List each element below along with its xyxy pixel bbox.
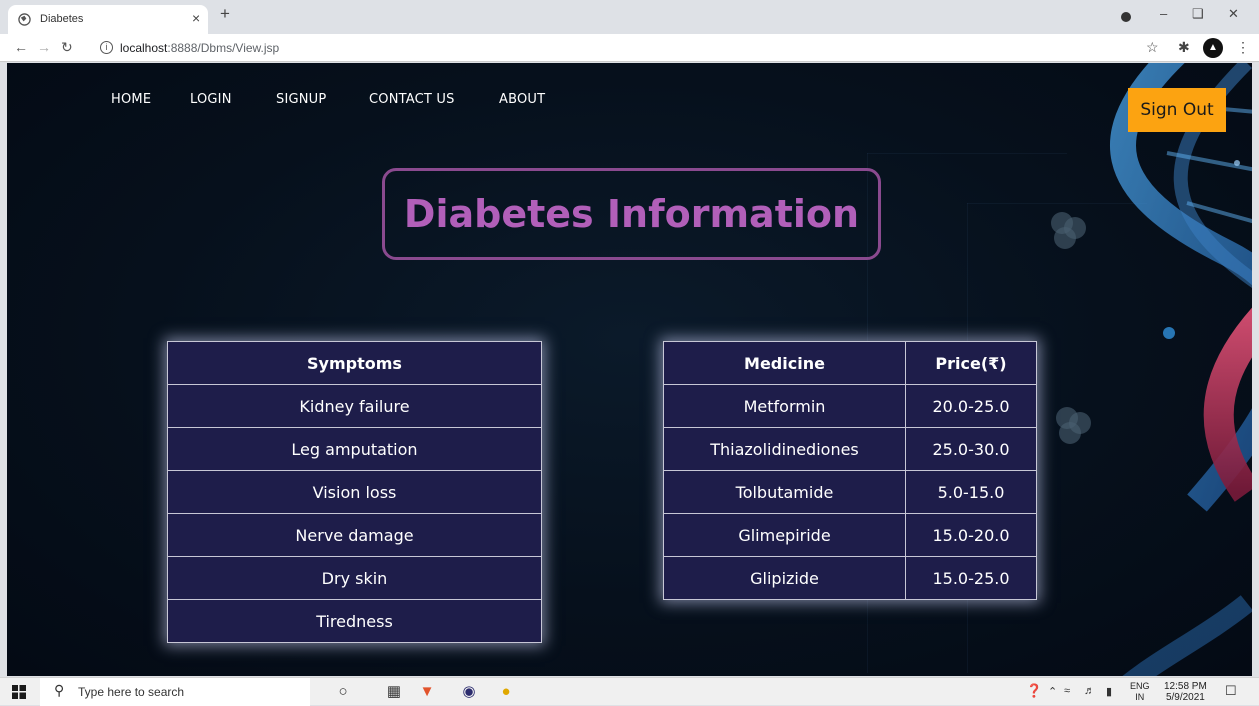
brave-browser-icon[interactable]: ▼ (417, 682, 437, 702)
molecule-graphic (1051, 212, 1086, 249)
record-icon[interactable] (1121, 12, 1131, 22)
clock-time: 12:58 PM (1164, 681, 1207, 692)
new-tab-button[interactable]: + (220, 4, 230, 24)
nav-about-link[interactable]: ABOUT (499, 92, 545, 107)
maximize-icon[interactable]: ❑ (1192, 6, 1204, 22)
symptoms-table: Symptoms Kidney failure Leg amputation V… (167, 341, 542, 643)
language-code: ENG (1130, 681, 1150, 691)
symptom-cell: Leg amputation (167, 427, 542, 471)
bg-line (867, 153, 1067, 154)
chrome-icon[interactable]: ● (496, 682, 516, 702)
medicine-price-cell: 15.0-20.0 (905, 513, 1037, 557)
sign-out-button[interactable]: Sign Out (1128, 88, 1226, 132)
nav-home-link[interactable]: HOME (111, 92, 151, 107)
medicine-name-cell: Tolbutamide (663, 470, 906, 514)
bookmark-star-icon[interactable]: ☆ (1146, 39, 1159, 56)
taskbar-search[interactable]: ⚲ Type here to search (40, 678, 310, 706)
url-path: :8888/Dbms/View.jsp (167, 41, 280, 55)
url-host: localhost (120, 41, 168, 55)
dna-helix-graphic (1110, 63, 1252, 676)
table-row: Glimepiride 15.0-20.0 (663, 513, 1037, 557)
nav-signup-link[interactable]: SIGNUP (276, 92, 326, 107)
eclipse-icon[interactable]: ◉ (459, 682, 479, 702)
notifications-icon[interactable]: ☐ (1225, 683, 1237, 699)
nav-login-link[interactable]: LOGIN (190, 92, 232, 107)
system-clock[interactable]: 12:58 PM 5/9/2021 (1164, 681, 1207, 703)
table-header-row: Symptoms (167, 341, 542, 385)
symptom-cell: Nerve damage (167, 513, 542, 557)
volume-icon[interactable]: ♬ (1084, 685, 1095, 697)
symptom-cell: Tiredness (167, 599, 542, 643)
browser-tab-strip: Diabetes × + – ❑ ✕ (0, 0, 1259, 34)
minimize-icon[interactable]: – (1160, 6, 1167, 21)
symptom-cell: Kidney failure (167, 384, 542, 428)
medicine-price-cell: 20.0-25.0 (905, 384, 1037, 428)
page-title: Diabetes Information (382, 168, 881, 260)
table-row: Metformin 20.0-25.0 (663, 384, 1037, 428)
extensions-icon[interactable]: ✱ (1178, 39, 1190, 56)
task-view-icon[interactable]: ▦ (384, 682, 404, 702)
region-code: IN (1135, 692, 1145, 702)
table-row: Dry skin (167, 556, 542, 600)
language-indicator[interactable]: ENG IN (1130, 681, 1150, 703)
battery-icon[interactable]: ▮ (1106, 685, 1112, 698)
table-row: Nerve damage (167, 513, 542, 557)
browser-tab[interactable]: Diabetes × (8, 5, 208, 34)
page-viewport: HOME LOGIN SIGNUP CONTACT US ABOUT Sign … (7, 63, 1252, 676)
table-row: Vision loss (167, 470, 542, 514)
table-row: Glipizide 15.0-25.0 (663, 556, 1037, 600)
cortana-icon[interactable]: ○ (333, 682, 353, 702)
medicine-name-cell: Glipizide (663, 556, 906, 600)
medicine-header: Medicine (663, 341, 906, 385)
search-icon: ⚲ (54, 682, 65, 698)
medicine-table: Medicine Price(₹) Metformin 20.0-25.0 Th… (663, 341, 1037, 600)
medicine-price-cell: 15.0-25.0 (905, 556, 1037, 600)
profile-avatar[interactable]: ▲ (1203, 38, 1223, 58)
table-row: Leg amputation (167, 427, 542, 471)
medicine-price-cell: 25.0-30.0 (905, 427, 1037, 471)
medicine-name-cell: Glimepiride (663, 513, 906, 557)
taskbar-search-placeholder: Type here to search (78, 685, 185, 699)
symptom-cell: Dry skin (167, 556, 542, 600)
price-header: Price(₹) (905, 341, 1037, 385)
tab-close-icon[interactable]: × (192, 10, 200, 26)
close-window-icon[interactable]: ✕ (1228, 6, 1239, 22)
wifi-icon[interactable]: ≈ (1064, 685, 1070, 697)
nav-contact-link[interactable]: CONTACT US (369, 92, 455, 107)
menu-icon[interactable]: ⋮ (1236, 39, 1250, 56)
table-row: Tiredness (167, 599, 542, 643)
help-icon[interactable]: ❓ (1026, 683, 1042, 699)
molecule-graphic (1056, 407, 1091, 444)
windows-start-icon[interactable] (12, 685, 26, 699)
info-icon[interactable]: i (100, 41, 113, 54)
symptoms-header: Symptoms (167, 341, 542, 385)
table-row: Tolbutamide 5.0-15.0 (663, 470, 1037, 514)
taskbar: ⚲ Type here to search ○ ▦ ▼ ◉ ● ❓ ⌃ ≈ ♬ … (0, 677, 1259, 706)
forward-icon[interactable]: → (37, 39, 51, 55)
tab-title: Diabetes (40, 13, 84, 25)
url-field[interactable]: i localhost:8888/Dbms/View.jsp (92, 37, 1132, 59)
address-bar: ← → ↻ i localhost:8888/Dbms/View.jsp ☆ ✱… (0, 34, 1259, 62)
reload-icon[interactable]: ↻ (61, 39, 73, 56)
back-icon[interactable]: ← (14, 39, 28, 55)
medicine-name-cell: Thiazolidinediones (663, 427, 906, 471)
medicine-price-cell: 5.0-15.0 (905, 470, 1037, 514)
globe-icon (18, 13, 31, 26)
medicine-name-cell: Metformin (663, 384, 906, 428)
symptom-cell: Vision loss (167, 470, 542, 514)
table-row: Thiazolidinediones 25.0-30.0 (663, 427, 1037, 471)
show-hidden-icons-icon[interactable]: ⌃ (1048, 685, 1057, 698)
clock-date: 5/9/2021 (1165, 692, 1205, 703)
table-row: Kidney failure (167, 384, 542, 428)
table-header-row: Medicine Price(₹) (663, 341, 1037, 385)
